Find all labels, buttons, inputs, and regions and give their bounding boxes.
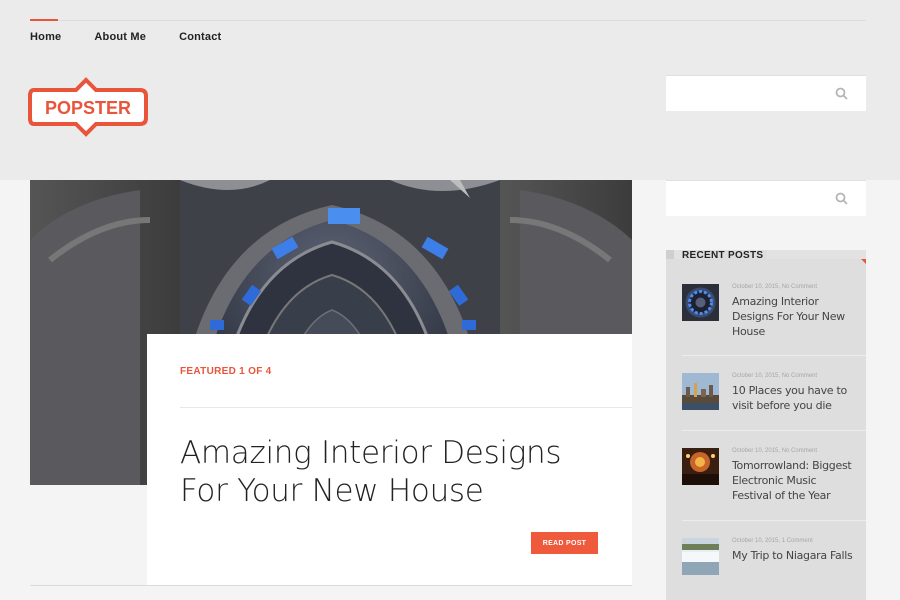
waterfall-thumbnail[interactable] (682, 538, 719, 575)
recent-posts-corner-accent (861, 259, 866, 264)
recent-post-meta: October 10, 2015, No Comment (732, 284, 818, 290)
recent-post-title[interactable]: 10 Places you have to visit before you d… (732, 383, 857, 413)
logo-text: POPSTER (45, 98, 131, 118)
content-bottom-divider (30, 585, 632, 586)
recent-posts-heading: RECENT POSTS (682, 250, 768, 261)
card-divider (180, 407, 632, 408)
recent-posts-header-marker (666, 250, 674, 259)
header-search-input[interactable] (666, 76, 846, 110)
city-skyline-thumbnail[interactable] (682, 373, 719, 410)
main-nav: Home About Me Contact (30, 31, 221, 43)
recent-posts-widget: RECENT POSTS October 10, 2015, No Commen… (666, 250, 866, 600)
nav-divider (30, 20, 866, 21)
dome-thumbnail[interactable] (682, 284, 719, 321)
recent-post-meta: October 10, 2015, 1 Comment (732, 538, 813, 544)
nav-active-indicator (30, 19, 58, 21)
recent-post-meta: October 10, 2015, No Comment (732, 373, 818, 379)
featured-post-title[interactable]: Amazing Interior Designs For Your New Ho… (180, 434, 600, 510)
recent-post-title[interactable]: My Trip to Niagara Falls (732, 548, 857, 563)
sidebar-search-box (666, 180, 866, 216)
recent-post-meta: October 10, 2015, No Comment (732, 448, 818, 454)
recent-post-divider (682, 430, 866, 431)
recent-post-divider (682, 355, 866, 356)
site-logo[interactable]: POPSTER (28, 76, 150, 138)
recent-post-title[interactable]: Tomorrowland: Biggest Electronic Music F… (732, 458, 857, 503)
header-search-box (666, 75, 866, 111)
featured-post-card: FEATURED 1 OF 4 Amazing Interior Designs… (147, 334, 632, 586)
sidebar-search-input[interactable] (666, 181, 846, 215)
nav-item-contact[interactable]: Contact (179, 31, 221, 43)
read-post-button[interactable]: READ POST (531, 532, 598, 554)
search-icon[interactable] (835, 192, 848, 205)
featured-counter: FEATURED 1 OF 4 (180, 366, 272, 377)
recent-post-divider (682, 520, 866, 521)
concert-thumbnail[interactable] (682, 448, 719, 485)
nav-item-home[interactable]: Home (30, 31, 61, 43)
search-icon[interactable] (835, 87, 848, 100)
nav-item-about-me[interactable]: About Me (94, 31, 146, 43)
recent-post-title[interactable]: Amazing Interior Designs For Your New Ho… (732, 294, 857, 339)
